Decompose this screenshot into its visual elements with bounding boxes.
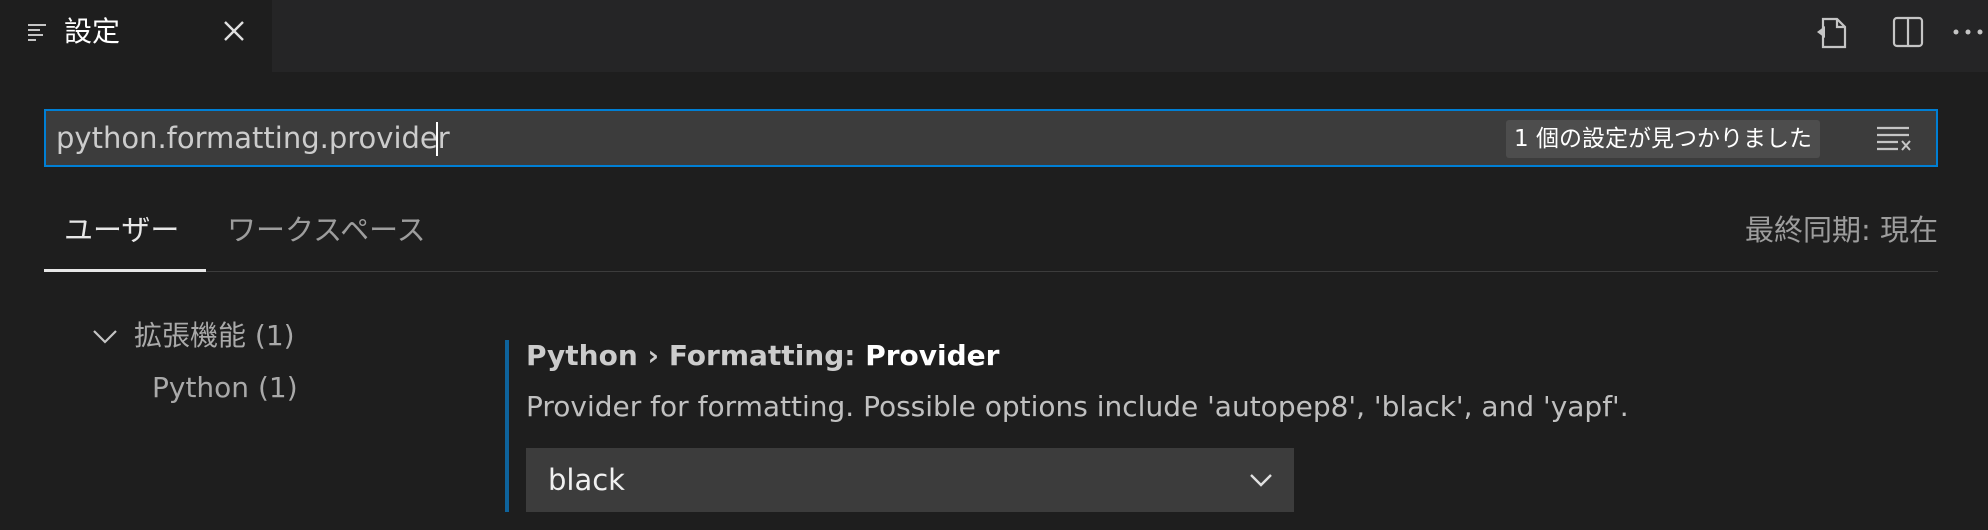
- close-icon[interactable]: [221, 18, 247, 44]
- tab-workspace[interactable]: ワークスペース: [227, 208, 426, 252]
- setting-name: Provider: [865, 339, 1000, 372]
- settings-scope-tabs: ユーザー ワークスペース 最終同期: 現在: [44, 200, 1938, 272]
- split-editor-icon[interactable]: [1888, 12, 1928, 52]
- chevron-down-icon: [93, 330, 117, 344]
- clear-filter-icon[interactable]: [1874, 123, 1914, 155]
- text-cursor: [436, 122, 438, 156]
- setting-title: Python › Formatting: Provider: [526, 336, 999, 376]
- tab-title: 設定: [64, 15, 121, 48]
- toc-group-label: 拡張機能 (1): [134, 319, 295, 352]
- tab-user[interactable]: ユーザー: [64, 208, 179, 252]
- settings-editor-icon: [28, 24, 46, 41]
- result-count-badge: 1 個の設定が見つかりました: [1506, 120, 1820, 158]
- active-tab-indicator: [44, 269, 206, 272]
- settings-search-box: 1 個の設定が見つかりました: [44, 109, 1938, 167]
- editor-tab-bar: 設定: [0, 0, 1988, 72]
- settings-search-input[interactable]: [56, 111, 1496, 165]
- settings-tab[interactable]: 設定: [0, 0, 272, 72]
- tabs-divider: [44, 271, 1938, 272]
- chevron-down-icon: [1250, 474, 1272, 487]
- select-value: black: [548, 463, 625, 497]
- open-settings-json-icon[interactable]: [1814, 12, 1854, 52]
- setting-description: Provider for formatting. Possible option…: [526, 390, 1629, 423]
- formatting-provider-select[interactable]: black: [526, 448, 1294, 512]
- sync-status: 最終同期: 現在: [1745, 213, 1938, 247]
- setting-focus-indicator: [505, 340, 509, 512]
- toc-item-python[interactable]: Python (1): [152, 366, 298, 410]
- setting-category: Python › Formatting:: [526, 339, 866, 372]
- more-actions-icon[interactable]: [1948, 12, 1988, 52]
